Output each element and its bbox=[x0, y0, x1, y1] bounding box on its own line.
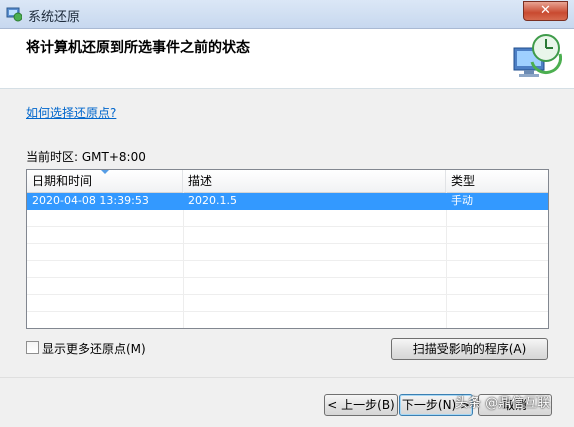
wizard-header: 将计算机还原到所选事件之前的状态 bbox=[0, 29, 574, 89]
row-type: 手动 bbox=[451, 194, 473, 207]
sort-arrow-icon bbox=[101, 170, 109, 174]
empty-row bbox=[27, 278, 548, 295]
show-more-checkbox[interactable] bbox=[26, 341, 39, 354]
column-header-description-label: 描述 bbox=[188, 174, 213, 188]
system-restore-clock-icon bbox=[513, 34, 562, 77]
empty-row bbox=[27, 244, 548, 261]
list-header: 日期和时间 描述 类型 bbox=[27, 170, 548, 193]
column-header-type-label: 类型 bbox=[451, 174, 476, 188]
help-link[interactable]: 如何选择还原点? bbox=[26, 104, 116, 121]
title-bar: 系统还原 ✕ bbox=[0, 0, 574, 29]
scan-affected-programs-button[interactable]: 扫描受影响的程序(A) bbox=[391, 338, 548, 360]
show-more-label: 显示更多还原点(M) bbox=[42, 342, 146, 356]
window-title: 系统还原 bbox=[28, 10, 81, 25]
close-button[interactable]: ✕ bbox=[523, 1, 568, 21]
column-header-description[interactable]: 描述 bbox=[183, 170, 446, 192]
back-button[interactable]: < 上一步(B) bbox=[324, 394, 398, 416]
close-icon: ✕ bbox=[540, 3, 551, 18]
table-row[interactable]: 2020-04-08 13:39:53 2020.1.5 手动 bbox=[27, 193, 548, 210]
page-title: 将计算机还原到所选事件之前的状态 bbox=[26, 40, 250, 56]
system-restore-icon bbox=[6, 7, 22, 22]
empty-row bbox=[27, 295, 548, 312]
row-date: 2020-04-08 13:39:53 bbox=[32, 194, 149, 207]
watermark: 头条 @鼎信互联 bbox=[455, 396, 551, 411]
row-description: 2020.1.5 bbox=[188, 194, 237, 207]
restore-point-list[interactable]: 日期和时间 描述 类型 2020-04-08 13:39:53 2020.1.5… bbox=[26, 169, 549, 329]
column-header-date[interactable]: 日期和时间 bbox=[27, 170, 183, 192]
empty-row bbox=[27, 312, 548, 328]
empty-row bbox=[27, 227, 548, 244]
timezone-label: 当前时区: GMT+8:00 bbox=[26, 150, 146, 164]
column-header-date-label: 日期和时间 bbox=[32, 174, 93, 188]
empty-row bbox=[27, 210, 548, 227]
empty-row bbox=[27, 261, 548, 278]
column-header-type[interactable]: 类型 bbox=[446, 170, 547, 192]
